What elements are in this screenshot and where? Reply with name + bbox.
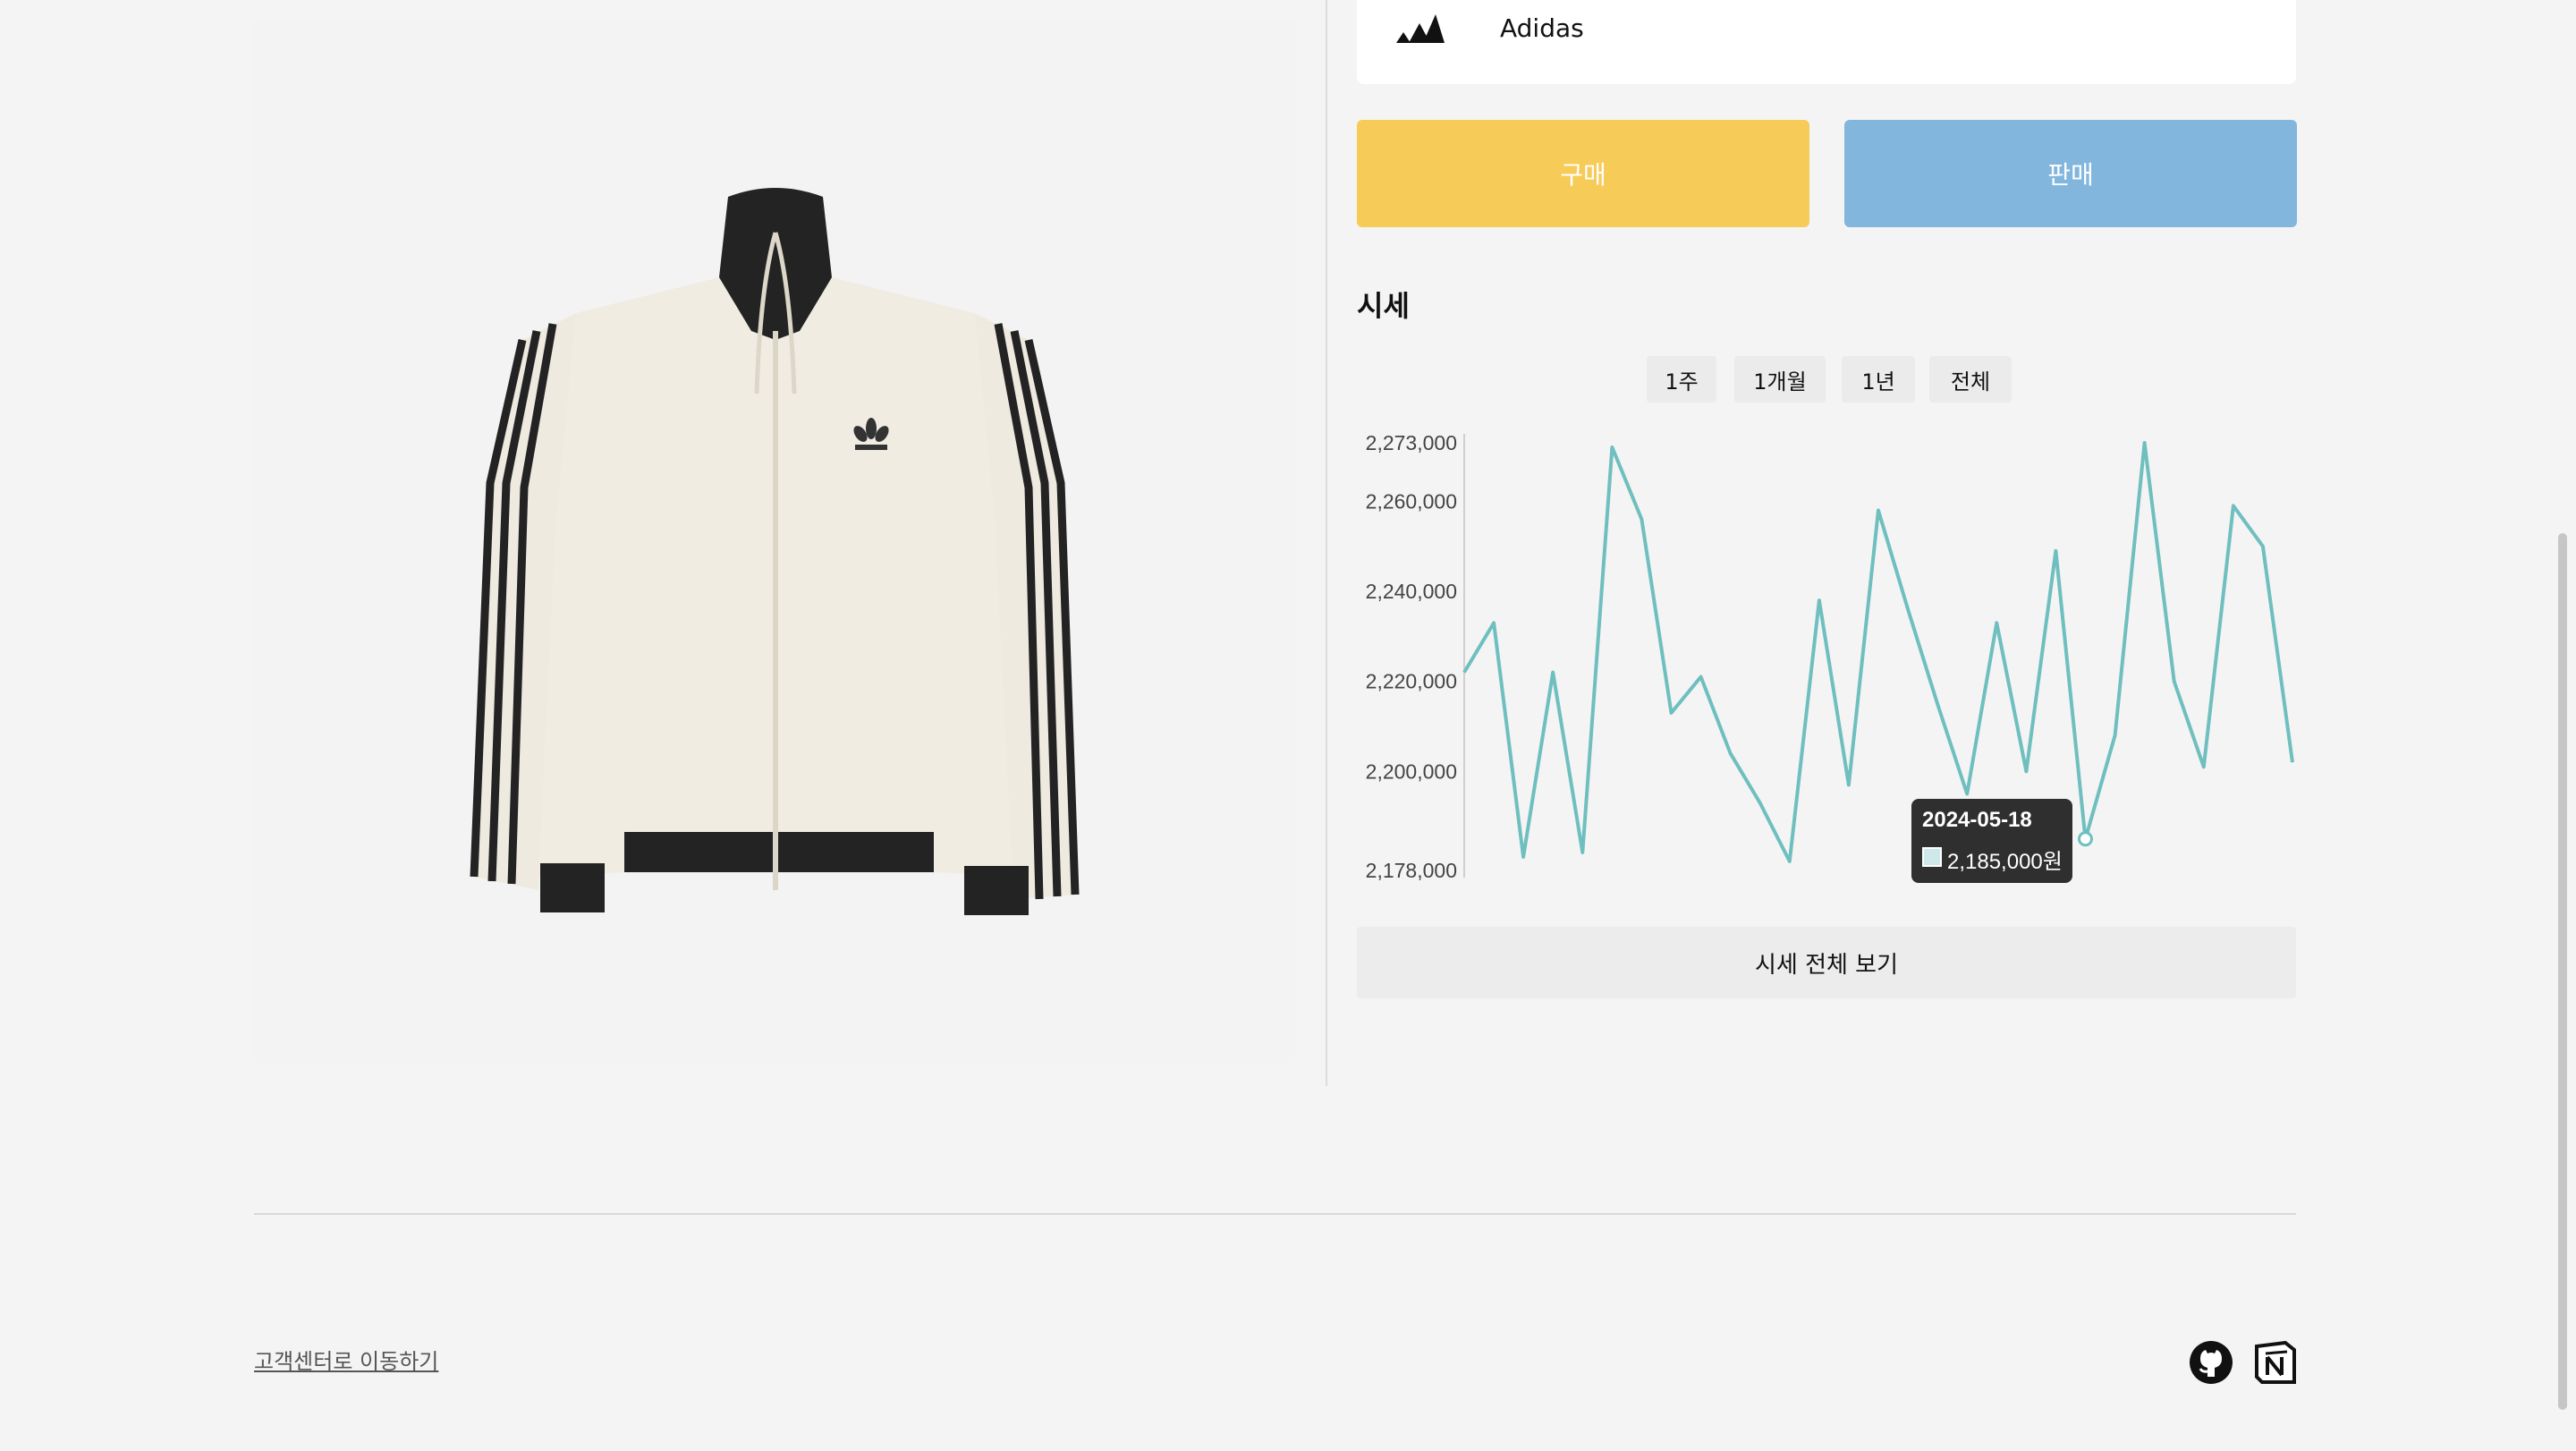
brand-name: Adidas <box>1500 13 1584 43</box>
notion-icon[interactable] <box>2251 1339 2298 1386</box>
y-tick-label: 2,200,000 <box>1366 759 1457 783</box>
period-tab-1y[interactable]: 1년 <box>1842 356 1915 403</box>
price-section-title: 시세 <box>1357 289 1410 323</box>
track-jacket-image <box>470 188 1080 915</box>
scrollbar-thumb[interactable] <box>2558 533 2567 1410</box>
period-tab-1m[interactable]: 1개월 <box>1734 356 1826 403</box>
footer-divider <box>254 1213 2296 1215</box>
period-tab-1w[interactable]: 1주 <box>1647 356 1716 403</box>
sell-button[interactable]: 판매 <box>1844 120 2297 227</box>
price-chart[interactable]: 2,178,000 2,200,000 2,220,000 2,240,000 2,26… <box>1342 412 2308 912</box>
y-tick-label: 2,273,000 <box>1366 431 1457 454</box>
adidas-logo-icon <box>1396 14 1445 43</box>
chart-tooltip: 2024-05-18 2,185,000원 <box>1911 799 2072 883</box>
github-icon[interactable] <box>2188 1339 2234 1386</box>
product-detail-page: Adidas 구매 판매 시세 1주 1개월 1년 전체 2,178,000 2,… <box>0 0 2576 1451</box>
y-axis-ticks: 2,178,000 2,200,000 2,220,000 2,240,000 2,26… <box>1366 431 1457 882</box>
tooltip-swatch <box>1922 847 1942 867</box>
y-tick-label: 2,260,000 <box>1366 489 1457 513</box>
period-tab-all[interactable]: 전체 <box>1929 356 2012 403</box>
product-image <box>254 18 1297 1065</box>
price-chart-svg: 2,178,000 2,200,000 2,220,000 2,240,000 2,26… <box>1366 431 2294 882</box>
scrollbar-track[interactable] <box>2555 0 2576 1451</box>
highlighted-point[interactable] <box>2078 831 2093 847</box>
vertical-divider <box>1326 0 1327 1086</box>
tooltip-value: 2,185,000원 <box>1947 850 2063 874</box>
price-series <box>1462 441 2294 863</box>
y-tick-label: 2,220,000 <box>1366 670 1457 693</box>
y-tick-label: 2,240,000 <box>1366 580 1457 603</box>
tooltip-date: 2024-05-18 <box>1922 808 2032 832</box>
brand-card[interactable]: Adidas <box>1357 0 2296 84</box>
customer-center-link[interactable]: 고객센터로 이동하기 <box>254 1347 438 1376</box>
y-tick-label: 2,178,000 <box>1366 859 1457 882</box>
price-line <box>1462 441 2294 863</box>
view-all-price-button[interactable]: 시세 전체 보기 <box>1357 927 2296 998</box>
buy-button[interactable]: 구매 <box>1357 120 1809 227</box>
